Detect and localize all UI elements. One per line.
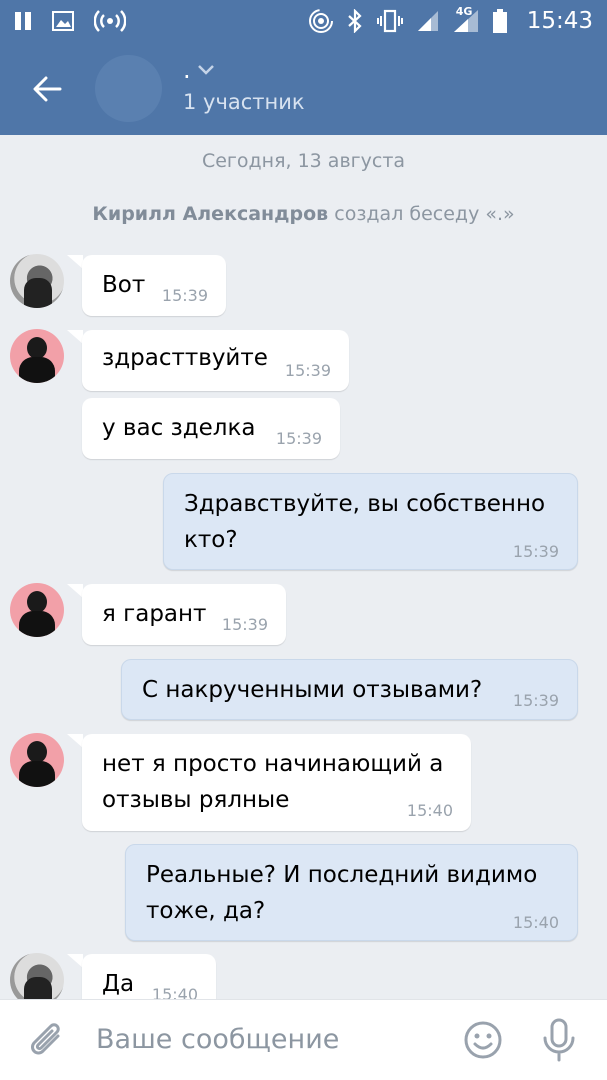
message-text: Здравствуйте, вы собственно	[184, 491, 546, 517]
message-time: 15:39	[221, 615, 268, 634]
message-text: я гарант	[102, 601, 207, 627]
chat-members-count: 1 участник	[183, 90, 305, 114]
message-time: 15:39	[512, 691, 559, 710]
message-time: 15:39	[284, 361, 331, 380]
hotspot-icon	[308, 9, 333, 33]
network-type: 4G	[455, 5, 473, 18]
message-text: нет я просто начинающий а	[102, 751, 444, 777]
broadcast-icon	[94, 10, 126, 32]
chat-title-button[interactable]: .	[183, 56, 215, 84]
emoji-button[interactable]	[463, 1020, 503, 1064]
bubble-tail	[67, 734, 83, 748]
avatar[interactable]	[10, 583, 64, 637]
message-text: отзывы рялные	[102, 787, 290, 813]
message-time: 15:39	[512, 542, 559, 561]
message-time: 15:40	[406, 801, 453, 820]
avatar[interactable]	[10, 254, 64, 308]
system-message: Кирилл Александров создал беседу «.»	[0, 203, 607, 225]
message-time: 15:39	[275, 429, 322, 448]
bubble-tail	[67, 584, 83, 598]
avatar[interactable]	[10, 733, 64, 787]
message-text: Реальные? И последний видимо	[146, 862, 538, 888]
message-bubble[interactable]: здрасттвуйте 15:39	[82, 330, 349, 391]
attach-button[interactable]	[28, 1020, 66, 1064]
message-text: здрасттвуйте	[102, 345, 268, 371]
bluetooth-icon	[347, 9, 362, 33]
microphone-icon	[543, 1018, 575, 1062]
message-input[interactable]: Ваше сообщение	[96, 1024, 339, 1055]
vibrate-icon	[376, 9, 403, 33]
chat-title: .	[183, 56, 191, 84]
image-icon	[52, 11, 74, 31]
clock: 15:43	[526, 8, 593, 34]
avatar[interactable]	[10, 953, 64, 999]
bubble-tail	[67, 954, 83, 968]
battery-icon	[492, 9, 507, 33]
message-bubble[interactable]: я гарант 15:39	[82, 584, 286, 645]
system-message-author[interactable]: Кирилл Александров	[92, 203, 328, 225]
message-text: С накрученными отзывами?	[142, 677, 483, 703]
message-text: тоже, да?	[146, 898, 266, 924]
message-time: 15:39	[161, 286, 208, 305]
message-time: 15:40	[151, 985, 198, 999]
pause-icon	[15, 12, 31, 30]
message-text: Да	[102, 971, 135, 997]
paperclip-icon	[31, 1023, 60, 1055]
signal-4g-icon: 4G	[453, 5, 479, 33]
message-bubble[interactable]: нет я просто начинающий а отзывы рялные …	[82, 734, 471, 831]
bubble-tail	[67, 255, 83, 269]
smile-icon	[464, 1021, 502, 1059]
avatar[interactable]	[10, 329, 64, 383]
chat-avatar[interactable]	[95, 55, 162, 122]
message-text: у вас зделка	[102, 415, 256, 441]
message-text: кто?	[184, 527, 238, 553]
message-bubble[interactable]: С накрученными отзывами? 15:39	[121, 659, 578, 720]
message-bubble[interactable]: у вас зделка 15:39	[82, 398, 340, 459]
message-bubble[interactable]: Вот 15:39	[82, 255, 226, 316]
message-time: 15:40	[512, 913, 559, 932]
bubble-tail	[67, 330, 83, 344]
message-bubble[interactable]: Здравствуйте, вы собственно кто? 15:39	[163, 473, 578, 570]
message-input-bar: Ваше сообщение	[0, 999, 607, 1080]
arrow-left-icon	[33, 76, 62, 102]
chevron-down-icon	[197, 65, 214, 75]
signal-icon	[417, 11, 438, 31]
voice-message-button[interactable]	[541, 1018, 577, 1066]
message-bubble[interactable]: Да 15:40	[82, 954, 216, 999]
message-bubble[interactable]: Реальные? И последний видимо тоже, да? 1…	[125, 844, 578, 941]
date-separator: Сегодня, 13 августа	[201, 150, 406, 172]
message-text: Вот	[102, 272, 146, 298]
system-message-text: создал беседу «.»	[334, 203, 515, 225]
message-list[interactable]: Сегодня, 13 августа Кирилл Александров с…	[0, 135, 607, 999]
back-button[interactable]	[22, 64, 72, 114]
status-bar: 4G 15:43	[0, 0, 607, 42]
chat-header: . 1 участник	[0, 42, 607, 135]
